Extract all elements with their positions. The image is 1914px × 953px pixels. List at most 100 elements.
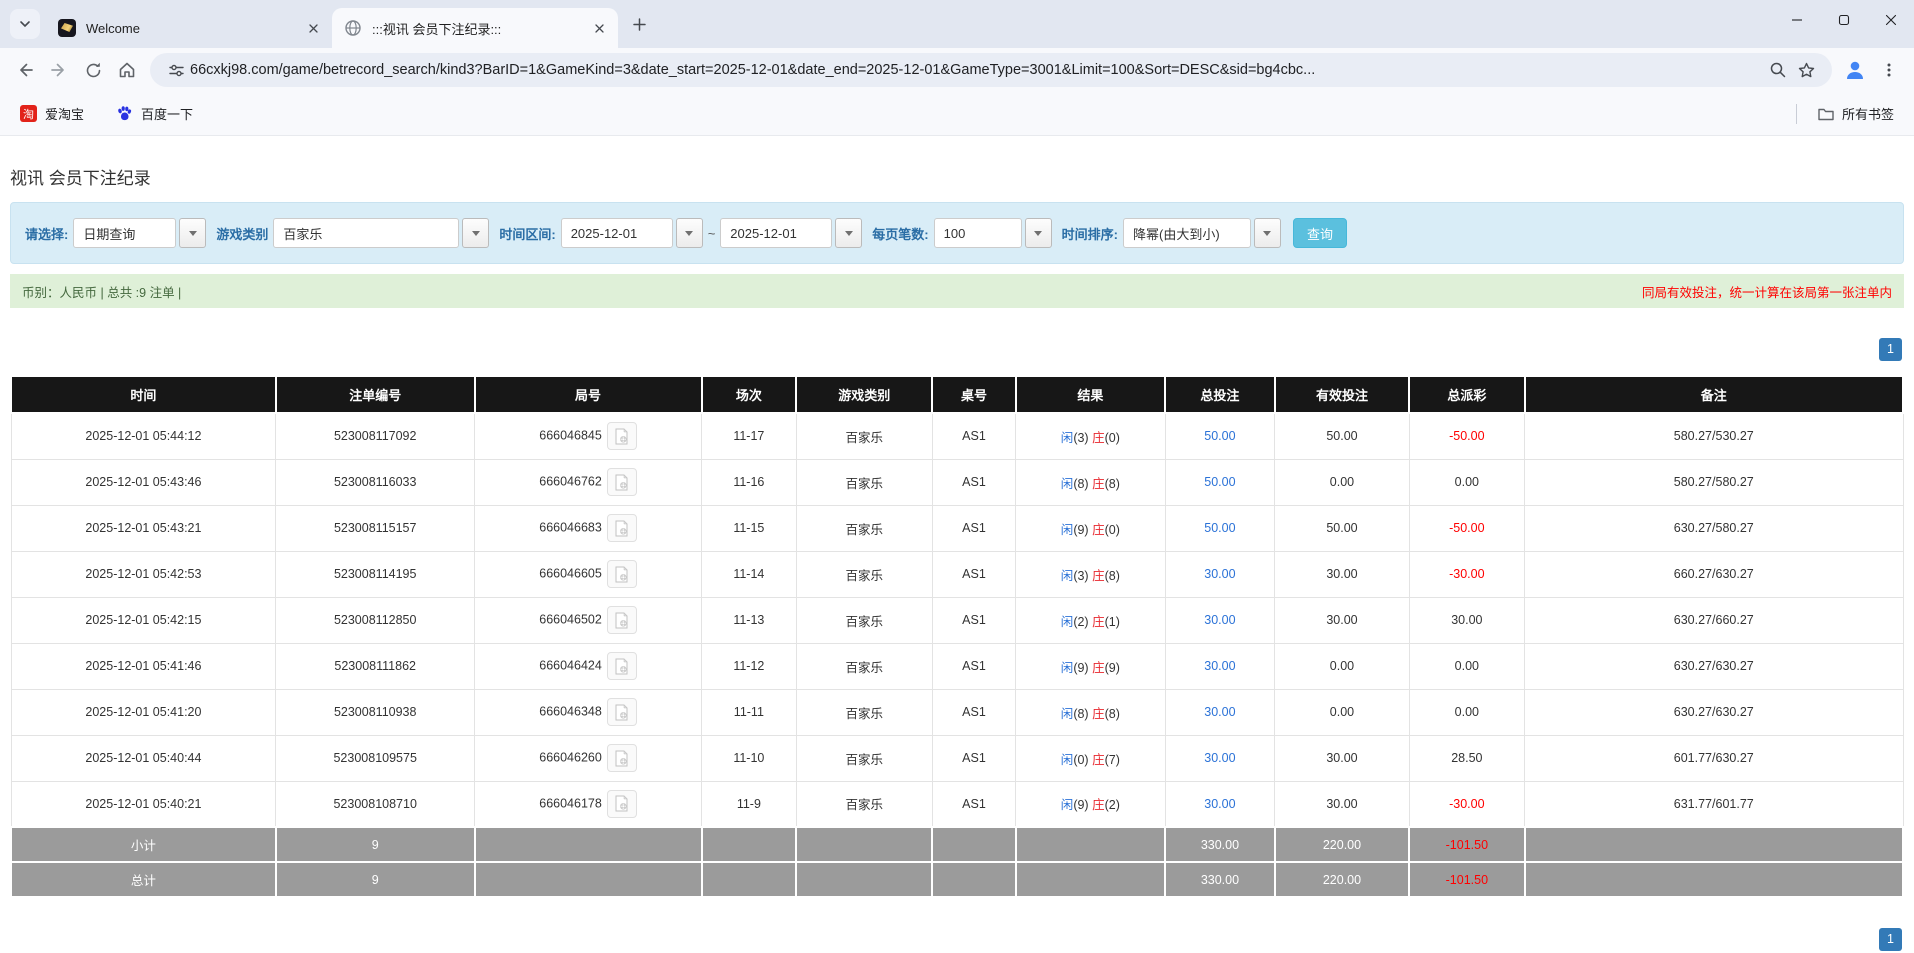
footer-empty-cell bbox=[1014, 826, 1167, 863]
back-button[interactable] bbox=[8, 53, 42, 87]
footer-payout-cell: -101.50 bbox=[1408, 826, 1526, 863]
dropdown-arrow-icon[interactable] bbox=[835, 218, 863, 248]
bet-records-table: 时间 注单编号 局号 场次 游戏类别 桌号 结果 总投注 有效投注 总派彩 备注 2025-12-0… bbox=[10, 375, 1905, 898]
round-number: 666046762 bbox=[539, 474, 602, 489]
total-bet-cell: 30.00 bbox=[1164, 780, 1276, 828]
round-number: 666046424 bbox=[539, 658, 602, 673]
result-cell: 闲(9) 庄(9) bbox=[1015, 642, 1166, 690]
profile-avatar[interactable] bbox=[1838, 53, 1872, 87]
bookmark-aitaobao[interactable]: 淘 爱淘宝 bbox=[12, 100, 92, 127]
total-bet-link[interactable]: 30.00 bbox=[1204, 613, 1235, 627]
dropdown-arrow-icon[interactable] bbox=[179, 218, 207, 248]
banker-result-value: (0) bbox=[1104, 522, 1120, 537]
total-bet-link[interactable]: 30.00 bbox=[1204, 751, 1235, 765]
banker-result-label: 庄 bbox=[1092, 614, 1105, 629]
total-bet-link[interactable]: 30.00 bbox=[1204, 659, 1235, 673]
valid-bet-cell: 0.00 bbox=[1274, 642, 1410, 690]
video-replay-button[interactable] bbox=[606, 606, 637, 634]
maximize-button[interactable] bbox=[1820, 0, 1867, 40]
video-replay-button[interactable] bbox=[606, 789, 637, 818]
total-bet-link[interactable]: 30.00 bbox=[1204, 797, 1235, 811]
total-bet-link[interactable]: 50.00 bbox=[1204, 429, 1235, 443]
query-mode-select[interactable]: 日期查询 bbox=[73, 218, 207, 248]
video-replay-button[interactable] bbox=[606, 422, 637, 451]
tab-welcome[interactable]: Welcome bbox=[46, 8, 332, 48]
result-cell: 闲(3) 庄(8) bbox=[1015, 550, 1166, 598]
all-bookmarks-button[interactable]: 所有书签 bbox=[1809, 100, 1902, 127]
video-replay-button[interactable] bbox=[606, 560, 637, 588]
minimize-button[interactable] bbox=[1773, 0, 1820, 40]
home-button[interactable] bbox=[110, 53, 144, 87]
footer-empty-cell bbox=[931, 826, 1017, 863]
three-dot-menu-icon bbox=[1887, 63, 1891, 77]
sort-order-select[interactable]: 降幂(由大到小) bbox=[1122, 218, 1281, 248]
game-type-select[interactable]: 百家乐 bbox=[273, 218, 490, 248]
url-text[interactable]: 66cxkj98.com/game/betrecord_search/kind3… bbox=[190, 62, 1764, 78]
tab-close-icon[interactable] bbox=[304, 19, 322, 37]
tab-bet-records[interactable]: :::视讯 会员下注纪录::: bbox=[332, 8, 618, 48]
page-size-select[interactable]: 100 bbox=[933, 218, 1052, 248]
bookmark-baidu[interactable]: 百度一下 bbox=[108, 100, 201, 127]
new-tab-button[interactable] bbox=[624, 9, 654, 39]
banker-result-value: (9) bbox=[1104, 660, 1120, 675]
site-settings-icon[interactable] bbox=[162, 56, 190, 84]
footer-empty-cell bbox=[1523, 861, 1905, 898]
video-replay-button[interactable] bbox=[606, 744, 637, 772]
bet-record-row: 2025-12-01 05:42:53 523008114195 666046605… bbox=[10, 550, 1904, 598]
total-bet-link[interactable]: 30.00 bbox=[1204, 705, 1235, 719]
bet-id-cell: 523008112850 bbox=[275, 596, 476, 644]
page-content: 视讯 会员下注纪录 请选择: 日期查询 游戏类别 百家乐 时间区间: 2025-… bbox=[0, 164, 1914, 951]
player-result-label: 闲 bbox=[1060, 706, 1074, 721]
dropdown-arrow-icon[interactable] bbox=[675, 218, 703, 248]
minimize-icon bbox=[1791, 19, 1802, 21]
date-start-select[interactable]: 2025-12-01 bbox=[560, 218, 703, 248]
video-replay-button[interactable] bbox=[606, 468, 637, 496]
video-replay-button[interactable] bbox=[606, 698, 637, 726]
filter-panel: 请选择: 日期查询 游戏类别 百家乐 时间区间: 2025-12-01 ~ 20… bbox=[10, 202, 1904, 264]
time-cell: 2025-12-01 05:43:46 bbox=[10, 458, 277, 506]
bookmark-star-icon[interactable] bbox=[1792, 56, 1820, 84]
close-window-button[interactable] bbox=[1867, 0, 1914, 40]
url-bar[interactable]: 66cxkj98.com/game/betrecord_search/kind3… bbox=[150, 53, 1832, 87]
note-cell: 630.27/660.27 bbox=[1524, 596, 1904, 644]
browser-toolbar: 66cxkj98.com/game/betrecord_search/kind3… bbox=[0, 48, 1914, 92]
video-replay-button[interactable] bbox=[606, 514, 637, 542]
total-bet-link[interactable]: 30.00 bbox=[1204, 567, 1235, 581]
note-cell: 660.27/630.27 bbox=[1524, 550, 1904, 598]
banker-result-label: 庄 bbox=[1092, 476, 1105, 491]
valid-bet-cell: 0.00 bbox=[1274, 688, 1410, 736]
plus-icon bbox=[632, 17, 646, 31]
date-end-select[interactable]: 2025-12-01 bbox=[720, 218, 863, 248]
result-cell: 闲(8) 庄(8) bbox=[1015, 688, 1166, 736]
game-type-cell: 百家乐 bbox=[795, 734, 933, 782]
page-number-button[interactable]: 1 bbox=[1879, 338, 1902, 361]
page-number-button[interactable]: 1 bbox=[1879, 928, 1902, 951]
dropdown-arrow-icon[interactable] bbox=[462, 218, 490, 248]
session-cell: 11-10 bbox=[701, 734, 797, 782]
total-bet-link[interactable]: 50.00 bbox=[1204, 521, 1235, 535]
bet-id-cell: 523008111862 bbox=[275, 642, 476, 690]
back-arrow-icon bbox=[20, 63, 33, 77]
forward-button[interactable] bbox=[42, 53, 76, 87]
video-replay-button[interactable] bbox=[606, 652, 637, 680]
game-type-cell: 百家乐 bbox=[795, 504, 933, 552]
search-button[interactable]: 查询 bbox=[1292, 218, 1347, 248]
zoom-icon[interactable] bbox=[1764, 56, 1792, 84]
payout-cell: 0.00 bbox=[1408, 642, 1526, 690]
dropdown-arrow-icon[interactable] bbox=[1024, 218, 1052, 248]
tab-close-icon[interactable] bbox=[590, 19, 608, 37]
footer-empty-cell bbox=[1014, 861, 1167, 898]
total-bet-link[interactable]: 50.00 bbox=[1204, 475, 1235, 489]
session-cell: 11-13 bbox=[701, 596, 797, 644]
currency-total-text: 币别：人民币 | 总共 :9 注单 | bbox=[22, 285, 182, 300]
reload-button[interactable] bbox=[76, 53, 110, 87]
tab-search-button[interactable] bbox=[10, 9, 40, 39]
pagination-top: 1 bbox=[12, 338, 1902, 361]
valid-bet-cell: 30.00 bbox=[1274, 734, 1410, 782]
player-result-value: (3) bbox=[1073, 430, 1089, 445]
browser-menu-button[interactable] bbox=[1872, 53, 1906, 87]
forward-arrow-icon bbox=[51, 63, 64, 77]
player-result-label: 闲 bbox=[1060, 660, 1074, 675]
dropdown-arrow-icon[interactable] bbox=[1253, 218, 1281, 248]
bet-id-cell: 523008114195 bbox=[275, 550, 476, 598]
